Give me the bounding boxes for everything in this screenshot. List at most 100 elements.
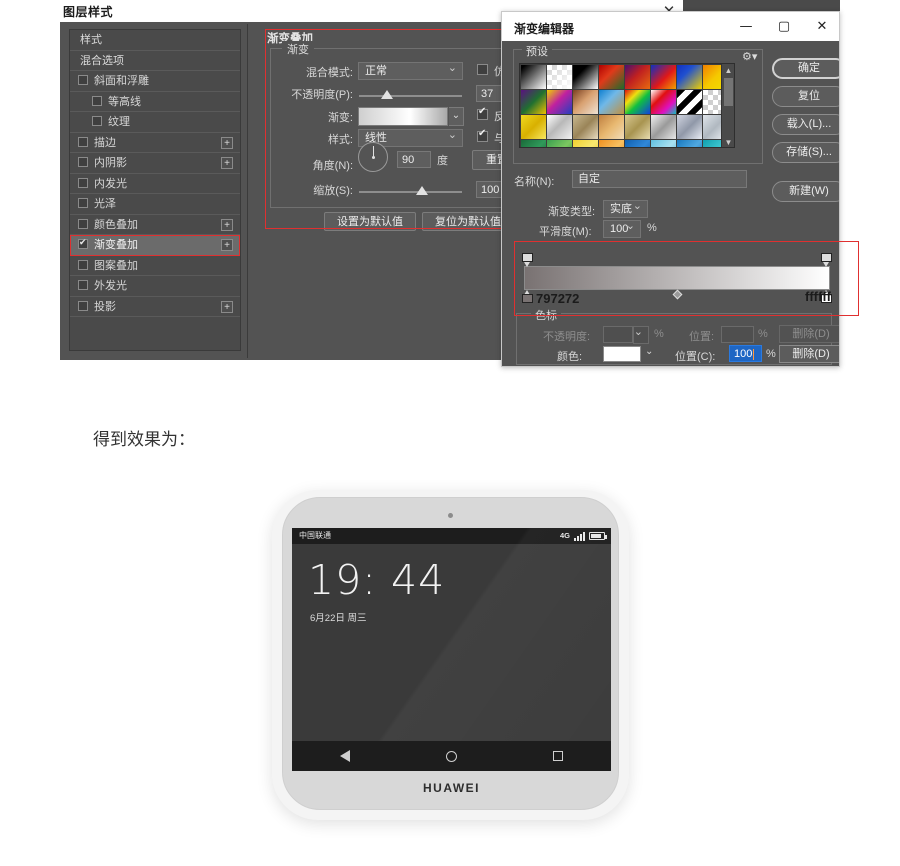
gradient-preset-swatch[interactable] — [599, 65, 624, 89]
gradient-preset-swatch[interactable] — [651, 115, 676, 139]
scroll-down-icon[interactable]: ▼ — [724, 138, 733, 147]
gradient-preset-swatch[interactable] — [677, 65, 702, 89]
style-checkbox[interactable] — [78, 157, 88, 168]
style-list-item[interactable]: 图案叠加 — [70, 256, 240, 276]
reset-button[interactable]: 复位 — [772, 86, 839, 107]
gradient-preset-swatch[interactable] — [677, 90, 702, 114]
add-effect-icon[interactable]: + — [221, 218, 233, 231]
style-list-item[interactable]: 渐变叠加 + — [70, 235, 240, 256]
style-list-item[interactable]: 内发光 — [70, 174, 240, 194]
style-checkbox[interactable] — [78, 300, 88, 311]
style-checkbox[interactable] — [78, 218, 88, 229]
gradient-preset-swatch[interactable] — [599, 140, 624, 147]
add-effect-icon[interactable]: + — [221, 300, 233, 313]
gradient-preset-swatch[interactable] — [573, 140, 598, 147]
gradient-preset-swatch[interactable] — [651, 140, 676, 147]
name-input[interactable]: 自定 — [572, 170, 747, 188]
gradient-preset-swatch[interactable] — [521, 140, 546, 147]
home-circle-icon[interactable] — [446, 750, 457, 762]
maximize-icon[interactable]: ▢ — [765, 12, 803, 41]
gradient-preset-swatch[interactable] — [651, 65, 676, 89]
opacity-slider-track[interactable] — [359, 95, 462, 97]
style-checkbox[interactable] — [78, 259, 88, 270]
style-list-item[interactable]: 颜色叠加 + — [70, 215, 240, 235]
style-checkbox[interactable] — [78, 136, 88, 147]
gear-icon[interactable]: ⚙▾ — [742, 50, 757, 63]
gradient-preset-swatch[interactable] — [573, 90, 598, 114]
add-effect-icon[interactable]: + — [221, 157, 233, 169]
chevron-down-icon[interactable]: ⌄ — [449, 107, 464, 126]
style-checkbox[interactable] — [92, 95, 102, 106]
angle-value-input[interactable]: 90 — [397, 151, 431, 168]
gradient-preset-swatch[interactable] — [599, 90, 624, 114]
scale-slider-track[interactable] — [359, 191, 462, 193]
gradient-preset-swatch[interactable] — [625, 140, 650, 147]
style-list-item[interactable]: 光泽 — [70, 194, 240, 215]
reverse-checkbox[interactable] — [477, 106, 488, 120]
gradient-preset-swatch[interactable] — [521, 65, 546, 89]
close-icon[interactable]: ✕ — [803, 12, 839, 41]
gradient-preset-swatch[interactable] — [547, 90, 572, 114]
color-stop-left[interactable] — [522, 290, 533, 303]
gradient-preset-swatch[interactable] — [651, 90, 676, 114]
style-list-item[interactable]: 内阴影 + — [70, 153, 240, 174]
dither-checkbox[interactable] — [477, 64, 488, 75]
save-button[interactable]: 存储(S)... — [772, 142, 839, 163]
scale-slider-knob[interactable] — [416, 186, 428, 195]
style-list-item[interactable]: 混合选项 — [70, 51, 240, 71]
gradient-preset-swatch[interactable] — [521, 115, 546, 139]
gradient-bar[interactable] — [524, 266, 830, 290]
gradient-preset-swatch[interactable] — [599, 115, 624, 139]
opacity-stop-left[interactable] — [522, 253, 533, 267]
style-checkbox[interactable] — [78, 75, 88, 86]
scrollbar-thumb[interactable] — [724, 78, 733, 106]
style-checkbox[interactable] — [78, 177, 88, 188]
style-list-item[interactable]: 等高线 — [70, 92, 240, 112]
style-list-item[interactable]: 外发光 — [70, 276, 240, 297]
add-effect-icon[interactable]: + — [221, 239, 233, 251]
angle-dial[interactable] — [358, 142, 388, 172]
recents-square-icon[interactable] — [553, 751, 563, 761]
gradient-preset-swatch[interactable] — [625, 115, 650, 139]
style-list-item[interactable]: 纹理 — [70, 112, 240, 133]
gradient-preset-swatch[interactable] — [521, 90, 546, 114]
blend-mode-select[interactable]: 正常 — [358, 60, 463, 80]
gradient-preset-swatch[interactable] — [547, 65, 572, 89]
chevron-down-icon[interactable]: ⌄ — [645, 346, 653, 357]
load-button[interactable]: 载入(L)... — [772, 114, 839, 135]
new-button[interactable]: 新建(W) — [772, 181, 839, 202]
style-list-item[interactable]: 投影 + — [70, 297, 240, 317]
ok-button[interactable]: 确定 — [772, 58, 839, 79]
stop-color-swatch[interactable] — [603, 346, 641, 362]
gradient-preset-swatch[interactable] — [573, 115, 598, 139]
style-checkbox[interactable] — [78, 237, 88, 250]
gradient-preset-swatch[interactable] — [677, 140, 702, 147]
style-checkbox[interactable] — [78, 198, 88, 209]
set-as-default-button[interactable]: 设置为默认值 — [324, 212, 416, 231]
gradient-preset-swatch[interactable] — [677, 115, 702, 139]
gradient-midpoint[interactable] — [672, 289, 683, 300]
gradient-preview[interactable] — [358, 107, 448, 126]
style-checkbox[interactable] — [92, 116, 102, 127]
presets-scrollbar[interactable]: ▲ ▼ — [721, 64, 734, 147]
gradient-preset-swatch[interactable] — [547, 140, 572, 147]
gradient-preset-swatch[interactable] — [625, 90, 650, 114]
back-triangle-icon[interactable] — [340, 750, 350, 762]
align-layer-checkbox[interactable] — [477, 128, 488, 142]
scroll-up-icon[interactable]: ▲ — [724, 66, 733, 75]
gradient-preset-swatch[interactable] — [547, 115, 572, 139]
opacity-slider-knob[interactable] — [381, 90, 393, 99]
minimize-icon[interactable]: — — [727, 12, 765, 41]
style-checkbox[interactable] — [78, 280, 88, 291]
add-effect-icon[interactable]: + — [221, 136, 233, 149]
gradient-type-select[interactable]: 实底 — [603, 198, 648, 218]
style-list-item[interactable]: 样式 — [70, 30, 240, 51]
opacity-stop-right[interactable] — [821, 253, 832, 267]
gradient-preset-swatch[interactable] — [573, 65, 598, 89]
delete-color-stop-button[interactable]: 删除(D) — [779, 345, 839, 363]
style-list-item[interactable]: 斜面和浮雕 — [70, 71, 240, 92]
stop-position-c-input[interactable]: 100 — [729, 345, 762, 362]
smoothness-select[interactable]: 100 — [603, 218, 641, 238]
gradient-preset-swatch[interactable] — [625, 65, 650, 89]
style-list-item[interactable]: 描边 + — [70, 133, 240, 153]
